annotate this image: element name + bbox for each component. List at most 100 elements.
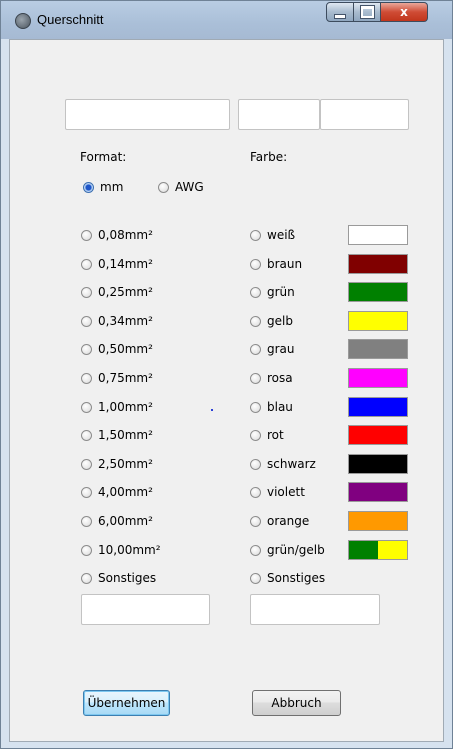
color-swatch-weiss	[348, 225, 408, 245]
color-swatch-braun	[348, 254, 408, 274]
radio-label: 0,34mm²	[98, 314, 153, 328]
radio-label: mm	[100, 180, 124, 194]
radio-label: 10,00mm²	[98, 543, 161, 557]
radio-label: gelb	[267, 314, 293, 328]
title-bar[interactable]: Querschnitt x	[1, 1, 452, 39]
dialog-window: Querschnitt x Format: Farbe: mm AWG 0,08m…	[0, 0, 453, 749]
radio-indicator	[81, 515, 92, 527]
radio-label: 0,14mm²	[98, 257, 153, 271]
close-button[interactable]: x	[381, 2, 428, 22]
close-icon: x	[400, 5, 408, 19]
radio-label: braun	[267, 257, 303, 271]
dialog-client-area: Format: Farbe: mm AWG 0,08mm² 0,14mm² 0,25m…	[9, 39, 444, 742]
minimize-button[interactable]	[326, 2, 354, 22]
radio-indicator	[250, 343, 261, 355]
color-option-blau[interactable]: blau	[250, 400, 293, 414]
radio-label: violett	[267, 485, 305, 499]
app-icon	[15, 13, 31, 29]
window-title: Querschnitt	[37, 12, 104, 27]
radio-indicator	[158, 181, 169, 193]
radio-label: Sonstiges	[98, 571, 157, 585]
color-option-orange[interactable]: orange	[250, 514, 309, 528]
radio-indicator	[250, 515, 261, 527]
color-option-gelb[interactable]: gelb	[250, 314, 293, 328]
color-option-sonstiges[interactable]: Sonstiges	[250, 571, 325, 585]
section-option-0-34mm[interactable]: 0,34mm²	[81, 314, 153, 328]
minimize-icon	[334, 13, 346, 19]
section-value-field[interactable]	[238, 99, 320, 130]
color-option-weiss[interactable]: weiß	[250, 228, 295, 242]
radio-label: AWG	[175, 180, 204, 194]
radio-label: 1,50mm²	[98, 428, 153, 442]
section-option-sonstiges[interactable]: Sonstiges	[81, 571, 156, 585]
color-option-grau[interactable]: grau	[250, 342, 295, 356]
section-option-0-25mm[interactable]: 0,25mm²	[81, 285, 153, 299]
radio-label: Sonstiges	[267, 571, 326, 585]
apply-button[interactable]: Übernehmen	[83, 690, 170, 716]
color-option-violett[interactable]: violett	[250, 485, 305, 499]
section-option-4-00mm[interactable]: 4,00mm²	[81, 485, 153, 499]
section-option-0-08mm[interactable]: 0,08mm²	[81, 228, 153, 242]
color-option-gruen[interactable]: grün	[250, 285, 295, 299]
radio-label: 6,00mm²	[98, 514, 153, 528]
radio-indicator	[81, 544, 92, 556]
radio-label: grün/gelb	[267, 543, 325, 557]
section-option-0-14mm[interactable]: 0,14mm²	[81, 257, 153, 271]
section-option-10-00mm[interactable]: 10,00mm²	[81, 543, 161, 557]
radio-indicator	[250, 258, 261, 270]
section-option-1-50mm[interactable]: 1,50mm²	[81, 428, 153, 442]
radio-indicator	[250, 372, 261, 384]
color-option-rosa[interactable]: rosa	[250, 371, 293, 385]
radio-indicator	[81, 401, 92, 413]
color-option-braun[interactable]: braun	[250, 257, 302, 271]
radio-indicator	[83, 181, 94, 193]
radio-indicator	[81, 229, 92, 241]
radio-label: 0,75mm²	[98, 371, 153, 385]
stray-pixel	[211, 409, 213, 411]
color-swatch-schwarz	[348, 454, 408, 474]
preview-text-field[interactable]	[65, 99, 230, 130]
radio-label: 0,08mm²	[98, 228, 153, 242]
swatch-part	[349, 541, 378, 559]
section-option-0-50mm[interactable]: 0,50mm²	[81, 342, 153, 356]
format-option-mm[interactable]: mm	[83, 180, 123, 194]
radio-label: weiß	[267, 228, 296, 242]
color-swatch-rot	[348, 425, 408, 445]
color-option-gruen-gelb[interactable]: grün/gelb	[250, 543, 325, 557]
color-value-field[interactable]	[320, 99, 409, 130]
section-option-2-50mm[interactable]: 2,50mm²	[81, 457, 153, 471]
swatch-part	[378, 541, 407, 559]
color-swatch-rosa	[348, 368, 408, 388]
other-section-input[interactable]	[81, 594, 210, 625]
color-option-schwarz[interactable]: schwarz	[250, 457, 316, 471]
radio-indicator	[81, 458, 92, 470]
radio-indicator	[250, 458, 261, 470]
radio-indicator	[250, 572, 261, 584]
section-option-6-00mm[interactable]: 6,00mm²	[81, 514, 153, 528]
cancel-button[interactable]: Abbruch	[252, 690, 341, 716]
radio-indicator	[81, 372, 92, 384]
section-option-1-00mm[interactable]: 1,00mm²	[81, 400, 153, 414]
radio-label: grau	[267, 342, 295, 356]
radio-indicator	[250, 486, 261, 498]
maximize-button[interactable]	[354, 2, 381, 22]
radio-label: 1,00mm²	[98, 400, 153, 414]
format-option-awg[interactable]: AWG	[158, 180, 204, 194]
color-option-rot[interactable]: rot	[250, 428, 284, 442]
color-swatch-gruen-gelb	[348, 540, 408, 560]
radio-label: 2,50mm²	[98, 457, 153, 471]
color-swatch-gruen	[348, 282, 408, 302]
radio-label: blau	[267, 400, 293, 414]
radio-label: schwarz	[267, 457, 316, 471]
radio-indicator	[250, 229, 261, 241]
radio-label: grün	[267, 285, 295, 299]
other-color-input[interactable]	[250, 594, 380, 625]
radio-indicator	[250, 286, 261, 298]
radio-indicator	[250, 429, 261, 441]
color-swatch-gelb	[348, 311, 408, 331]
radio-label: 4,00mm²	[98, 485, 153, 499]
farbe-label: Farbe:	[250, 150, 288, 164]
radio-indicator	[250, 401, 261, 413]
radio-label: orange	[267, 514, 310, 528]
section-option-0-75mm[interactable]: 0,75mm²	[81, 371, 153, 385]
